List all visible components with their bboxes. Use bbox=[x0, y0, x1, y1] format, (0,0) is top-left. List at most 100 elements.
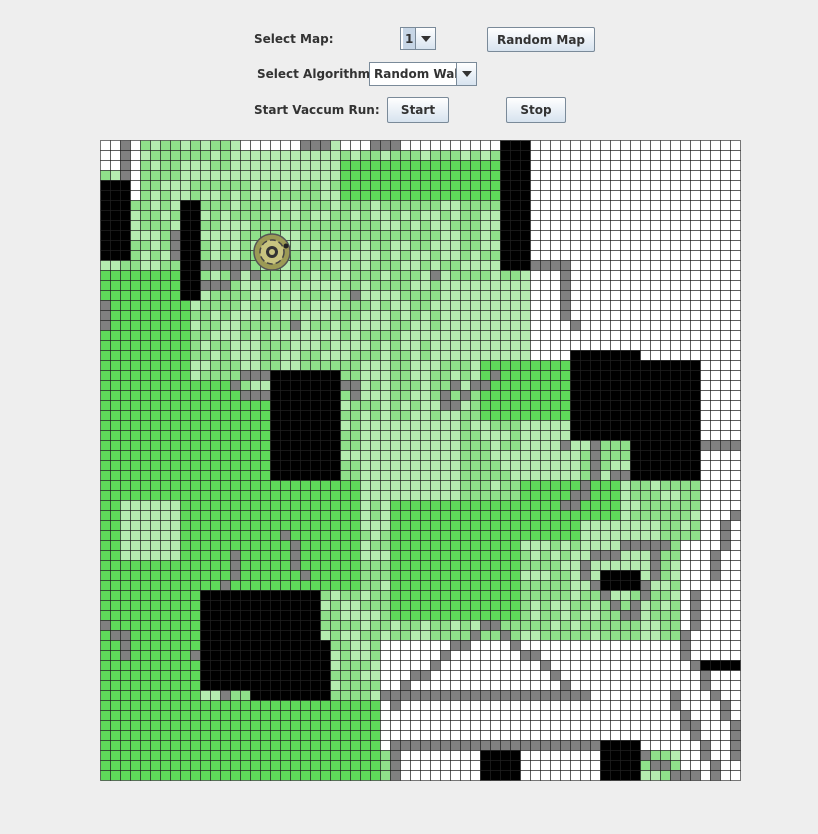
grid-cell bbox=[710, 380, 721, 391]
grid-cell bbox=[650, 520, 661, 531]
grid-cell bbox=[110, 280, 121, 291]
map-select[interactable]: 1 bbox=[400, 27, 436, 50]
grid-cell bbox=[650, 230, 661, 241]
obstacle-cell bbox=[610, 570, 621, 581]
grid-cell bbox=[320, 170, 331, 181]
obstacle-cell bbox=[710, 660, 721, 671]
grid-cell bbox=[430, 680, 441, 691]
grid-cell bbox=[720, 310, 731, 321]
obstacle-cell bbox=[660, 400, 671, 411]
obstacle-cell bbox=[680, 390, 691, 401]
obstacle-cell bbox=[610, 420, 621, 431]
grid-cell bbox=[700, 370, 711, 381]
grid-cell bbox=[170, 550, 181, 561]
grid-cell bbox=[550, 340, 561, 351]
obstacle-cell bbox=[200, 620, 211, 631]
grid-cell bbox=[220, 460, 231, 471]
grid-cell bbox=[430, 760, 441, 771]
grid-cell bbox=[200, 410, 211, 421]
obstacle-cell bbox=[610, 770, 621, 781]
grid-cell bbox=[490, 390, 501, 401]
random-map-button[interactable]: Random Map bbox=[487, 27, 595, 52]
start-button[interactable]: Start bbox=[387, 97, 449, 123]
grid-cell bbox=[710, 650, 721, 661]
grid-cell bbox=[620, 190, 631, 201]
grid-cell bbox=[430, 480, 441, 491]
obstacle-cell bbox=[310, 410, 321, 421]
grid-cell bbox=[250, 280, 261, 291]
grid-cell bbox=[220, 750, 231, 761]
grid-cell bbox=[290, 360, 301, 371]
grid-cell bbox=[240, 720, 251, 731]
grid-cell bbox=[310, 140, 321, 151]
grid-cell bbox=[440, 680, 451, 691]
grid-cell bbox=[550, 240, 561, 251]
grid-cell bbox=[370, 380, 381, 391]
obstacle-cell bbox=[320, 400, 331, 411]
grid-cell bbox=[700, 140, 711, 151]
grid-cell bbox=[540, 510, 551, 521]
grid-cell bbox=[150, 260, 161, 271]
grid-cell bbox=[120, 510, 131, 521]
grid-cell bbox=[620, 660, 631, 671]
grid-cell bbox=[220, 140, 231, 151]
grid-cell bbox=[310, 170, 321, 181]
grid-cell bbox=[130, 140, 141, 151]
chevron-down-icon[interactable] bbox=[456, 63, 476, 85]
grid-cell bbox=[410, 730, 421, 741]
grid-cell bbox=[150, 740, 161, 751]
grid-cell bbox=[140, 260, 151, 271]
obstacle-cell bbox=[600, 350, 611, 361]
grid-cell bbox=[260, 710, 271, 721]
vacuum-grid-map[interactable] bbox=[100, 140, 741, 781]
grid-cell bbox=[460, 250, 471, 261]
grid-cell bbox=[340, 360, 351, 371]
stop-button[interactable]: Stop bbox=[506, 97, 566, 123]
grid-cell bbox=[280, 180, 291, 191]
grid-cell bbox=[160, 320, 171, 331]
grid-cell bbox=[520, 690, 531, 701]
obstacle-cell bbox=[220, 670, 231, 681]
grid-cell bbox=[500, 410, 511, 421]
obstacle-cell bbox=[650, 470, 661, 481]
grid-cell bbox=[140, 250, 151, 261]
grid-cell bbox=[340, 300, 351, 311]
obstacle-cell bbox=[600, 740, 611, 751]
grid-cell bbox=[460, 210, 471, 221]
grid-cell bbox=[500, 380, 511, 391]
grid-cell bbox=[200, 770, 211, 781]
grid-cell bbox=[470, 480, 481, 491]
grid-cell bbox=[280, 730, 291, 741]
select-map-label: Select Map: bbox=[254, 32, 334, 46]
grid-cell bbox=[520, 380, 531, 391]
grid-cell bbox=[130, 430, 141, 441]
grid-cell bbox=[620, 490, 631, 501]
grid-cell bbox=[260, 300, 271, 311]
grid-cell bbox=[560, 630, 571, 641]
grid-cell bbox=[530, 650, 541, 661]
chevron-down-icon[interactable] bbox=[415, 28, 435, 49]
grid-cell bbox=[600, 540, 611, 551]
grid-cell bbox=[450, 630, 461, 641]
grid-cell bbox=[230, 550, 241, 561]
grid-cell bbox=[440, 540, 451, 551]
grid-cell bbox=[510, 350, 521, 361]
grid-cell bbox=[390, 710, 401, 721]
grid-cell bbox=[630, 340, 641, 351]
obstacle-cell bbox=[690, 380, 701, 391]
grid-cell bbox=[440, 330, 451, 341]
grid-cell bbox=[280, 750, 291, 761]
grid-cell bbox=[450, 160, 461, 171]
grid-cell bbox=[540, 660, 551, 671]
grid-cell bbox=[660, 140, 671, 151]
grid-cell bbox=[280, 280, 291, 291]
obstacle-cell bbox=[320, 380, 331, 391]
grid-cell bbox=[490, 330, 501, 341]
grid-cell bbox=[220, 470, 231, 481]
grid-cell bbox=[440, 410, 451, 421]
grid-cell bbox=[460, 540, 471, 551]
grid-cell bbox=[490, 300, 501, 311]
grid-cell bbox=[150, 150, 161, 161]
algorithm-select[interactable]: Random Walk bbox=[369, 62, 477, 86]
grid-cell bbox=[220, 300, 231, 311]
